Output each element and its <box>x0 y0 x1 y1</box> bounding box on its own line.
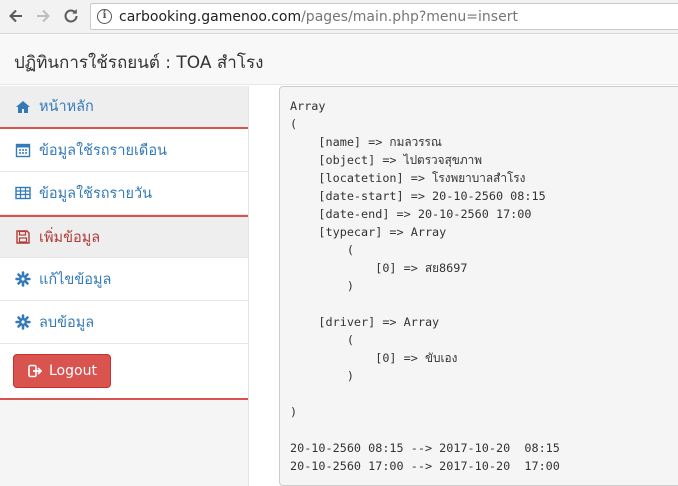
sidebar-item-label: แก้ไขข้อมูล <box>39 271 112 288</box>
browser-toolbar: i carbooking.gamenoo.com/pages/main.php?… <box>0 0 678 34</box>
reload-icon[interactable] <box>61 6 81 26</box>
back-arrow-icon[interactable] <box>6 6 26 26</box>
gear-icon <box>15 314 31 330</box>
logout-label: Logout <box>49 363 97 379</box>
sidebar-item-label: เพิ่มข้อมูล <box>39 229 101 246</box>
sidebar-item-edit[interactable]: แก้ไขข้อมูล <box>0 258 248 301</box>
table-icon <box>15 185 31 201</box>
sidebar-item-label: หน้าหลัก <box>39 99 94 115</box>
sidebar-item-label: ข้อมูลใช้รถรายวัน <box>39 185 153 202</box>
info-icon[interactable]: i <box>97 9 112 24</box>
sidebar-item-delete[interactable]: ลบข้อมูล <box>0 301 248 344</box>
logout-container: Logout <box>0 344 248 400</box>
gear-icon <box>15 271 31 287</box>
forward-arrow-icon[interactable] <box>33 6 53 26</box>
home-icon <box>15 99 31 115</box>
sidebar-item-daily[interactable]: ข้อมูลใช้รถรายวัน <box>0 172 248 215</box>
sign-out-icon <box>28 364 43 378</box>
page-title[interactable]: ปฏิทินการใช้รถยนต์ : TOA สำโรง <box>14 49 263 76</box>
logout-button[interactable]: Logout <box>13 354 111 388</box>
url-text: carbooking.gamenoo.com/pages/main.php?me… <box>119 9 518 25</box>
sidebar: หน้าหลัก ข้อมูลใช้รถรายเดือน ข้อมูลใช้รถ… <box>0 86 249 486</box>
sidebar-item-label: ข้อมูลใช้รถรายเดือน <box>39 142 167 159</box>
address-bar[interactable]: i carbooking.gamenoo.com/pages/main.php?… <box>90 3 678 30</box>
sidebar-item-home[interactable]: หน้าหลัก <box>0 86 248 129</box>
sidebar-item-label: ลบข้อมูล <box>39 314 95 331</box>
calendar-icon <box>15 142 31 158</box>
app-header: ปฏิทินการใช้รถยนต์ : TOA สำโรง <box>0 35 678 85</box>
array-dump-text: Array ( [name] => กมลวรรณ [object] => ไป… <box>290 99 560 473</box>
url-host: carbooking.gamenoo.com <box>119 9 302 25</box>
debug-output-panel: Array ( [name] => กมลวรรณ [object] => ไป… <box>279 86 678 486</box>
url-path: /pages/main.php?menu=insert <box>301 9 518 25</box>
sidebar-item-monthly[interactable]: ข้อมูลใช้รถรายเดือน <box>0 129 248 172</box>
save-icon <box>15 229 31 245</box>
sidebar-item-add[interactable]: เพิ่มข้อมูล <box>0 215 248 258</box>
